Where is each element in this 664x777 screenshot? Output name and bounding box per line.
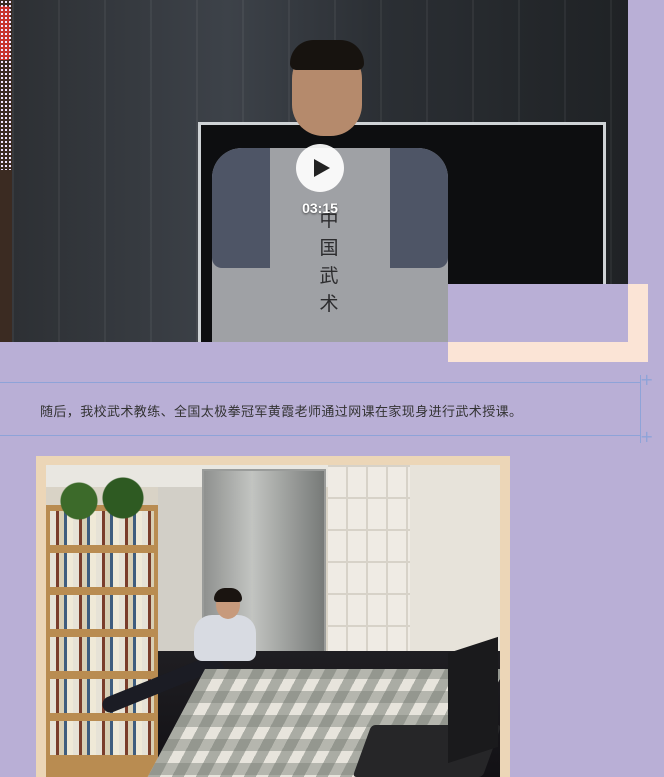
laptop-screen bbox=[448, 636, 498, 764]
photo-laptop bbox=[352, 636, 500, 777]
cross-decoration-icon: + bbox=[640, 427, 654, 446]
decorative-left-strip bbox=[0, 0, 12, 342]
play-icon bbox=[314, 159, 330, 177]
photo-plants bbox=[46, 465, 156, 525]
shelf-row bbox=[50, 553, 154, 587]
play-button[interactable] bbox=[296, 144, 344, 192]
lesson-photo[interactable] bbox=[46, 465, 500, 777]
photo-white-door bbox=[328, 465, 410, 657]
dot-pattern-decoration bbox=[0, 0, 12, 170]
cross-decoration-icon: + bbox=[640, 370, 654, 389]
instructor-top bbox=[194, 615, 256, 661]
presenter-hair bbox=[290, 40, 364, 70]
instructor-hair bbox=[214, 588, 242, 602]
shirt-print-text: 中国武术 bbox=[319, 209, 339, 315]
presenter-left-sleeve bbox=[212, 148, 270, 268]
article-caption: 随后，我校武术教练、全国太极拳冠军黄霞老师通过网课在家现身进行武术授课。 bbox=[40, 405, 523, 420]
video-duration: 03:15 bbox=[302, 200, 338, 216]
peach-corner-cutout bbox=[448, 284, 628, 342]
presenter-right-sleeve bbox=[390, 148, 448, 268]
peach-corner-decoration bbox=[448, 284, 648, 362]
photo-right-wall bbox=[410, 465, 500, 665]
video-presenter: 中国武术 bbox=[212, 40, 448, 342]
